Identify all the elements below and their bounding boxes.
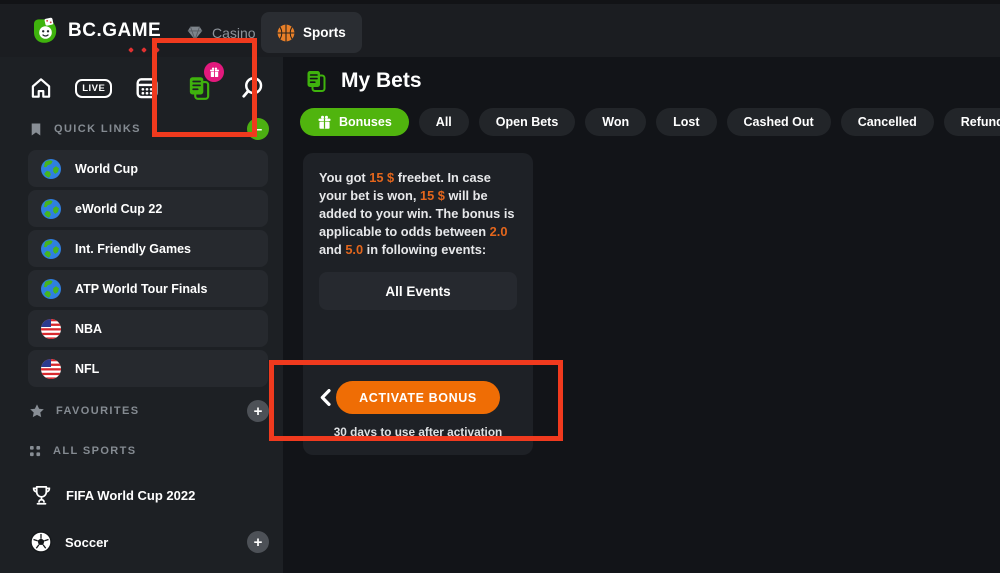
globe-icon (40, 278, 62, 300)
quick-link-label: NFL (75, 362, 99, 376)
quick-link-label: Int. Friendly Games (75, 242, 191, 256)
basketball-icon (277, 24, 295, 42)
activation-note: 30 days to use after activation (319, 425, 517, 439)
page-header: My Bets (303, 68, 422, 94)
search-icon[interactable] (235, 71, 269, 105)
sidebar-item-soccer[interactable]: Soccer + (30, 528, 269, 556)
grid-icon (30, 446, 41, 457)
filter-won[interactable]: Won (585, 108, 646, 136)
quick-link-world-cup[interactable]: World Cup (28, 150, 268, 187)
trophy-icon (30, 484, 53, 507)
tab-casino-label: Casino (212, 25, 256, 41)
live-icon-label: LIVE (75, 79, 112, 98)
tab-sports-label: Sports (303, 25, 346, 40)
bcgame-logo-text: BC.GAME (68, 20, 161, 42)
quick-link-nfl[interactable]: NFL (28, 350, 268, 387)
globe-icon (40, 198, 62, 220)
gift-icon (317, 115, 332, 130)
us-flag-icon (40, 318, 62, 340)
bookmark-icon (30, 122, 42, 137)
bonus-message: You got 15 $ freebet. In case your bet i… (319, 169, 517, 259)
filter-label: Refund (961, 115, 1000, 129)
filter-label: Cancelled (858, 115, 917, 129)
favourites-header: FAVOURITES + (30, 400, 269, 422)
quick-link-label: eWorld Cup 22 (75, 202, 162, 216)
add-favourite-button[interactable]: + (247, 400, 269, 422)
bonus-card: You got 15 $ freebet. In case your bet i… (303, 153, 533, 455)
all-sports-header: ALL SPORTS (30, 440, 269, 462)
live-icon[interactable]: LIVE (77, 71, 111, 105)
page-title: My Bets (341, 69, 422, 93)
star-icon (30, 404, 44, 418)
main-content: My Bets Bonuses All Open Bets Won Lost (283, 57, 1000, 573)
all-sports-label: ALL SPORTS (53, 445, 136, 457)
bcgame-logo[interactable]: BC.GAME (30, 16, 161, 46)
my-bets-title-icon (303, 68, 329, 94)
collapse-quick-links-button[interactable]: – (247, 118, 269, 140)
globe-icon (40, 238, 62, 260)
filter-label: Lost (673, 115, 699, 129)
soccer-ball-icon (30, 531, 52, 553)
filter-bonuses[interactable]: Bonuses (300, 108, 409, 136)
results-icon[interactable] (130, 71, 164, 105)
filter-label: Bonuses (339, 115, 392, 129)
quick-link-atp-finals[interactable]: ATP World Tour Finals (28, 270, 268, 307)
tab-casino[interactable]: Casino (170, 12, 272, 53)
filter-label: All (436, 115, 452, 129)
filter-cancelled[interactable]: Cancelled (841, 108, 934, 136)
favourites-label: FAVOURITES (56, 405, 139, 417)
sidebar-nav: LIVE (24, 71, 269, 105)
my-bets-icon[interactable] (182, 71, 216, 105)
bcgame-logo-icon (30, 16, 60, 46)
quick-link-int-friendly[interactable]: Int. Friendly Games (28, 230, 268, 267)
quick-link-label: NBA (75, 322, 102, 336)
quick-link-nba[interactable]: NBA (28, 310, 268, 347)
logo-accent-dots (129, 48, 159, 52)
us-flag-icon (40, 358, 62, 380)
chevron-left-icon[interactable] (320, 389, 331, 406)
all-events-button[interactable]: All Events (319, 272, 517, 310)
quick-links-list: World Cup eWorld Cup 22 Int. Friendly Ga… (28, 150, 268, 390)
quick-link-eworld-cup[interactable]: eWorld Cup 22 (28, 190, 268, 227)
top-bar: BC.GAME Casino Sports (0, 0, 1000, 57)
filter-all[interactable]: All (419, 108, 469, 136)
filter-label: Won (602, 115, 629, 129)
tab-sports[interactable]: Sports (261, 12, 362, 53)
bet-filter-tabs: Bonuses All Open Bets Won Lost Cashed Ou… (300, 108, 1000, 136)
quick-links-label: QUICK LINKS (54, 123, 141, 135)
activate-bonus-button[interactable]: ACTIVATE BONUS (336, 381, 500, 414)
home-icon[interactable] (24, 71, 58, 105)
bonus-badge (204, 62, 224, 82)
filter-open-bets[interactable]: Open Bets (479, 108, 576, 136)
filter-label: Cashed Out (744, 115, 814, 129)
diamond-icon (186, 24, 204, 42)
filter-cashed-out[interactable]: Cashed Out (727, 108, 831, 136)
activate-area: ACTIVATE BONUS 30 days to use after acti… (319, 381, 517, 439)
expand-soccer-button[interactable]: + (247, 531, 269, 553)
sidebar: LIVE (0, 57, 283, 573)
quick-links-header: QUICK LINKS – (30, 118, 269, 140)
sidebar-item-fifa-world-cup[interactable]: FIFA World Cup 2022 (30, 481, 269, 509)
sidebar-item-label: Soccer (65, 535, 108, 550)
filter-label: Open Bets (496, 115, 559, 129)
quick-link-label: World Cup (75, 162, 138, 176)
filter-lost[interactable]: Lost (656, 108, 716, 136)
sidebar-item-label: FIFA World Cup 2022 (66, 488, 195, 503)
app-window: BC.GAME Casino Sports (0, 0, 1000, 573)
globe-icon (40, 158, 62, 180)
quick-link-label: ATP World Tour Finals (75, 282, 207, 296)
filter-refund[interactable]: Refund (944, 108, 1000, 136)
